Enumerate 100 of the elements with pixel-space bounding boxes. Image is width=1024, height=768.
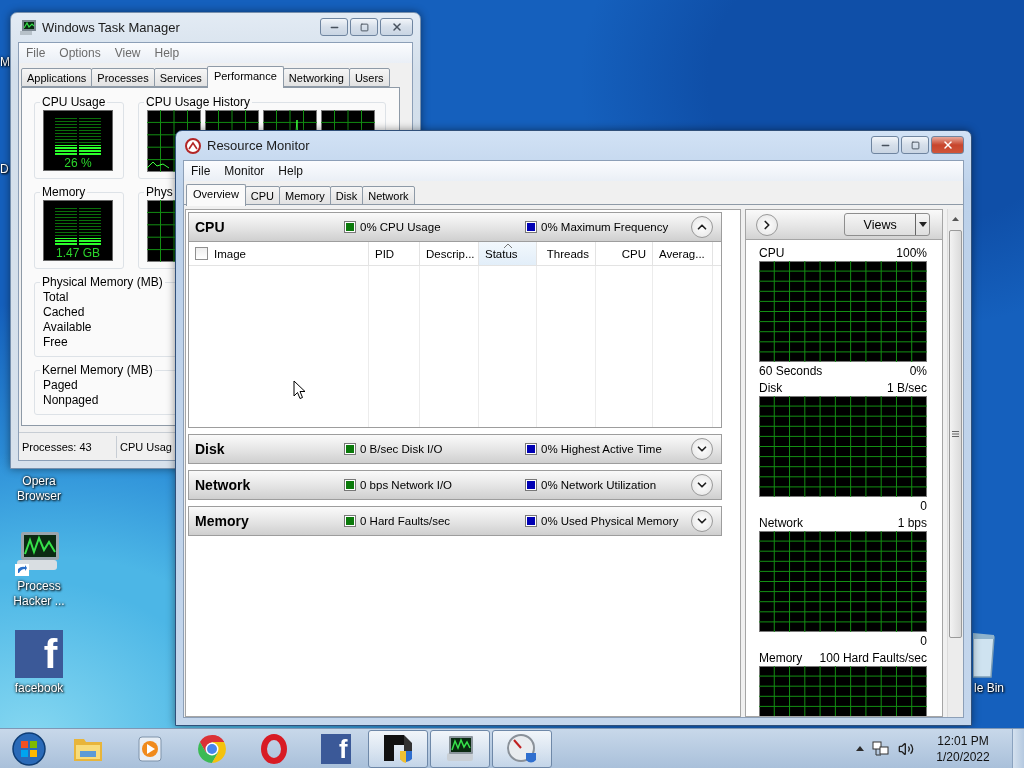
maximize-button[interactable] [901, 136, 929, 154]
group-label: Phys [145, 185, 174, 199]
graph-scale: 100% [896, 245, 927, 260]
maximize-button[interactable] [350, 18, 378, 36]
column-header[interactable]: Status [479, 242, 537, 265]
meter-reading: 1.47 GB [56, 247, 100, 260]
dropdown-arrow-icon [918, 222, 927, 227]
menu-item[interactable]: Monitor [217, 164, 272, 178]
graph-scale: 0 [920, 633, 927, 648]
tab[interactable]: Overview [186, 184, 246, 206]
tab[interactable]: Memory [279, 186, 331, 205]
taskbar-button[interactable]: f [306, 729, 366, 768]
tab[interactable]: Disk [329, 186, 364, 205]
clock-time: 12:01 PM [937, 732, 989, 749]
column-label: Status [485, 247, 518, 260]
section-header[interactable]: Network 0 bps Network I/O 0% Network Utilization [188, 470, 722, 500]
menu-item[interactable]: File [19, 46, 53, 60]
network-icon[interactable] [872, 740, 890, 757]
maximize-icon [359, 22, 369, 32]
grip-icon [952, 431, 960, 437]
memory-row-label: Paged [43, 378, 79, 393]
minimize-button[interactable] [320, 18, 348, 36]
select-all-checkbox[interactable] [195, 247, 208, 260]
desktop-icon-label[interactable]: D [0, 162, 9, 177]
metric-text: 0 bps Network I/O [360, 479, 453, 491]
maximize-icon [910, 140, 920, 150]
memory-row-label: Available [43, 320, 92, 335]
metric-text: 0 Hard Faults/sec [360, 515, 451, 527]
menu-item[interactable]: Help [147, 46, 187, 60]
section-header[interactable]: CPU 0% CPU Usage 0% Maximum Frequency [188, 212, 722, 242]
close-button[interactable] [931, 136, 964, 154]
metric-text: 0% Highest Active Time [541, 443, 662, 455]
facebook-logo: f [321, 733, 351, 764]
graph-scale: 0 [920, 498, 927, 513]
views-button[interactable]: Views [844, 213, 931, 236]
gauge-icon [506, 732, 538, 765]
window-title: Windows Task Manager [42, 20, 180, 35]
expand-button[interactable] [691, 510, 713, 532]
sort-caret-icon [503, 243, 512, 248]
monitor-icon [20, 20, 36, 35]
tray-arrow-icon[interactable] [856, 746, 864, 751]
tab[interactable]: CPU [244, 186, 281, 205]
expand-button[interactable] [691, 474, 713, 496]
graph-scale: 1 B/sec [886, 380, 927, 395]
menu-item[interactable]: Help [271, 164, 311, 178]
section-header[interactable]: Disk 0 B/sec Disk I/O 0% Highest Active Time [188, 434, 722, 464]
section-title: Disk [195, 441, 226, 457]
tab[interactable]: Applications [21, 68, 93, 87]
tab[interactable]: Services [153, 68, 208, 87]
metric-text: 0 B/sec Disk I/O [360, 443, 443, 455]
column-label: Image [214, 247, 246, 260]
minimize-button[interactable] [871, 136, 899, 154]
collapse-button[interactable] [691, 216, 713, 238]
tab[interactable]: Network [362, 186, 415, 205]
taskbar-button[interactable] [368, 729, 428, 768]
window-title: Resource Monitor [207, 138, 310, 153]
column-label: CPU [621, 247, 646, 260]
monitor-icon [444, 734, 476, 763]
group-label: CPU Usage [41, 95, 107, 109]
menu-item[interactable]: File [184, 164, 218, 178]
graph-title: CPU [759, 245, 785, 260]
memory-row-label: Cached [43, 305, 86, 320]
up-arrow-icon [952, 217, 960, 221]
speaker-icon[interactable] [898, 740, 914, 757]
tab[interactable]: Networking [282, 68, 350, 87]
memory-row-label: Nonpaged [43, 393, 99, 408]
tab[interactable]: Processes [91, 68, 155, 87]
facebook-logo: f [15, 630, 63, 678]
taskbar-button[interactable] [430, 729, 490, 768]
graph-timespan: 60 Seconds [759, 363, 823, 378]
memory-row-label: Total [43, 290, 70, 305]
metric-text: 0% Maximum Frequency [541, 221, 669, 233]
status-text: Processes: 43 [19, 435, 117, 458]
opera-icon [261, 733, 287, 764]
tab[interactable]: Users [348, 68, 390, 87]
desktop-icon-label[interactable]: le Bin [974, 681, 1005, 696]
section-title: Memory [195, 513, 250, 529]
expand-button[interactable] [691, 438, 713, 460]
graph-title: Memory [759, 650, 803, 665]
metric-text: 0% CPU Usage [360, 221, 441, 233]
section-header[interactable]: Memory 0 Hard Faults/sec 0% Used Physical Memory [188, 506, 722, 536]
close-icon [941, 139, 954, 151]
memory-row-label: Free [43, 335, 69, 350]
group-label: Memory [41, 185, 87, 199]
scrollbar-thumb[interactable] [949, 230, 963, 638]
column-label: Threads [546, 247, 589, 260]
desktop-icon-label[interactable]: M [0, 55, 10, 70]
tab[interactable]: Performance [206, 66, 284, 88]
expand-pane-button[interactable] [756, 213, 778, 236]
clock-date: 1/20/2022 [936, 748, 990, 765]
menu-item[interactable]: Options [52, 46, 108, 60]
status-text: CPU Usag [119, 439, 173, 455]
meter-fill [55, 144, 101, 155]
recycle-bin-icon [973, 632, 995, 678]
close-button[interactable] [380, 18, 413, 36]
menu-item[interactable]: View [107, 46, 148, 60]
graph-title: Network [759, 515, 803, 530]
graph-scale: 100 Hard Faults/sec [819, 650, 927, 665]
meter-fill [55, 238, 101, 245]
metric-text: 0% Network Utilization [541, 479, 657, 491]
